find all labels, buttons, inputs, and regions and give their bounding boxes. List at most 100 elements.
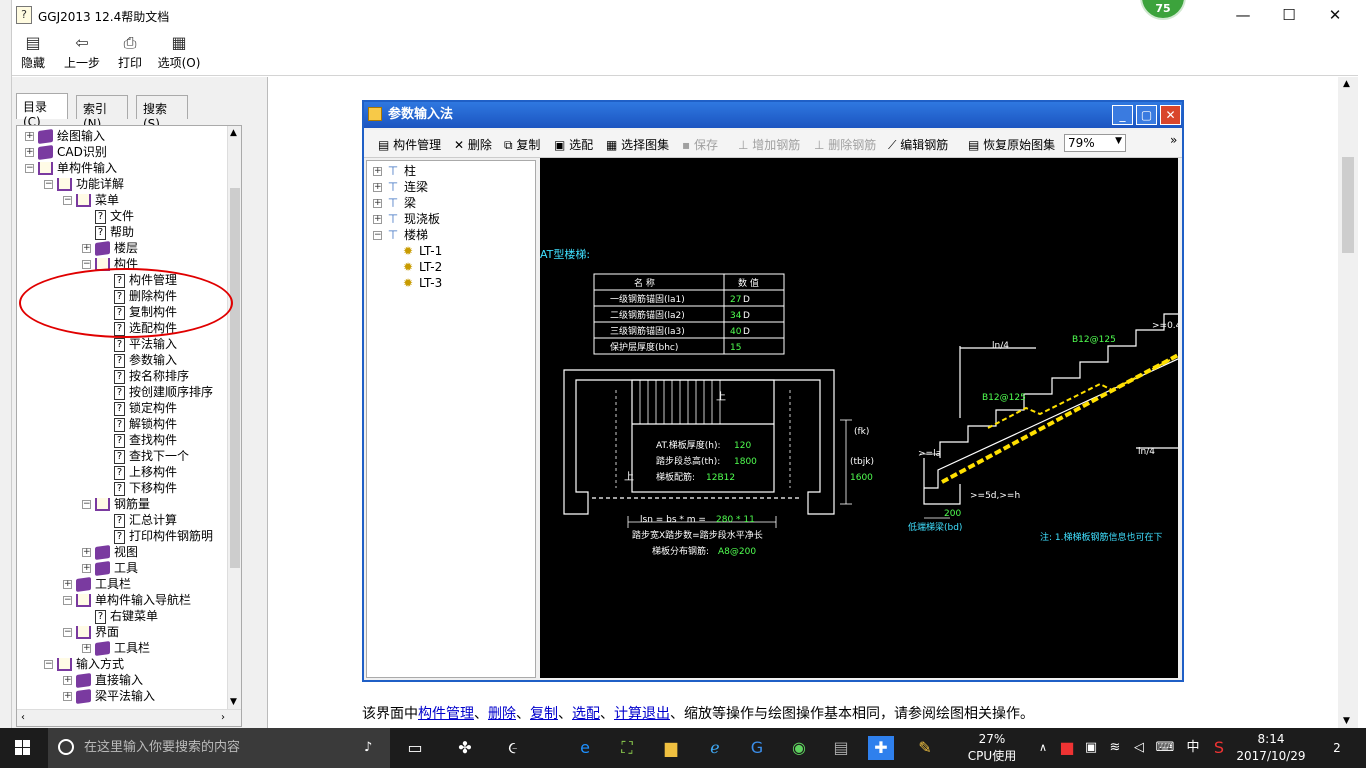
notepad-app-icon[interactable]: ✎ (912, 736, 938, 760)
active-help-app-icon[interactable]: ✚ (868, 736, 894, 760)
tab-index[interactable]: 索引(N) (76, 95, 128, 131)
sogou-ime-icon[interactable]: S (1206, 736, 1232, 760)
tree-item[interactable]: − 菜单 (63, 192, 119, 208)
swirl-app-icon[interactable]: ૯ (500, 736, 526, 760)
hide-button[interactable]: ▤ 隐藏 (20, 33, 46, 71)
tree-item[interactable]: + 工具栏 (82, 640, 150, 657)
edge-icon[interactable]: e (572, 736, 598, 760)
expand-icon[interactable]: + (82, 548, 91, 557)
tree-item[interactable]: ? 帮助 (82, 224, 134, 240)
expand-icon[interactable]: + (82, 244, 91, 253)
tree-item[interactable]: ? 打印构件钢筋明 (101, 528, 213, 544)
tree-item[interactable]: + 工具栏 (63, 576, 131, 593)
tray-expand-icon[interactable]: ∧ (1030, 736, 1056, 760)
tree-item[interactable]: ? 查找下一个 (101, 448, 189, 464)
tray-device-icon[interactable]: ▣ (1078, 736, 1104, 760)
link-delete[interactable]: 删除 (488, 706, 516, 722)
tree-scroll-thumb[interactable] (230, 188, 240, 568)
collapse-icon[interactable]: − (82, 500, 91, 509)
tree-item[interactable]: + 视图 (82, 544, 138, 561)
document-app-icon[interactable]: ▤ (828, 736, 854, 760)
windows-start-button[interactable] (0, 728, 46, 768)
tab-contents[interactable]: 目录(C) (16, 93, 68, 129)
tree-item[interactable]: + CAD识别 (25, 144, 107, 161)
tree-item[interactable]: − 钢筋量 (82, 496, 150, 512)
tree-item[interactable]: − 单构件输入 (25, 160, 117, 176)
collapse-icon[interactable]: − (63, 196, 72, 205)
close-button[interactable]: ✕ (1312, 0, 1358, 30)
tab-search[interactable]: 搜索(S) (136, 95, 188, 131)
scroll-up-icon[interactable]: ▲ (230, 128, 237, 138)
tree-item[interactable]: + 工具 (82, 560, 138, 577)
link-calc-exit[interactable]: 计算退出 (614, 706, 670, 722)
tray-red-icon[interactable]: ■ (1054, 736, 1080, 760)
tree-item[interactable]: − 功能详解 (44, 176, 124, 192)
print-button[interactable]: ⎙ 打印 (117, 33, 143, 71)
tree-item[interactable]: ? 查找构件 (101, 432, 177, 448)
task-view-icon[interactable]: ▭ (402, 736, 428, 760)
tree-item[interactable]: ? 下移构件 (101, 480, 177, 496)
microphone-icon[interactable]: ♪ (364, 728, 372, 768)
expand-icon[interactable]: + (25, 132, 34, 141)
pinwheel-app-icon[interactable]: ✤ (452, 736, 478, 760)
tree-item[interactable]: ? 上移构件 (101, 464, 177, 480)
content-scroll-up-icon[interactable]: ▲ (1343, 79, 1350, 89)
tree-item[interactable]: ? 参数输入 (101, 352, 177, 368)
ime-indicator[interactable]: 中 (1180, 736, 1206, 760)
back-button[interactable]: ⇦ 上一步 (62, 33, 102, 71)
tree-item[interactable]: ? 平法输入 (101, 336, 177, 352)
collapse-icon[interactable]: − (44, 660, 53, 669)
link-manage[interactable]: 构件管理 (418, 706, 474, 722)
link-select[interactable]: 选配 (572, 706, 600, 722)
volume-icon[interactable]: ◁ (1126, 736, 1152, 760)
content-scroll-thumb[interactable] (1342, 157, 1354, 253)
content-scrollbar[interactable]: ▲ ▼ (1338, 77, 1358, 728)
expand-icon[interactable]: + (25, 148, 34, 157)
store-icon[interactable]: ⛶ (614, 736, 640, 760)
collapse-icon[interactable]: − (82, 260, 91, 269)
scroll-left-icon[interactable]: ‹ (21, 712, 25, 723)
expand-icon[interactable]: + (82, 644, 91, 653)
expand-icon[interactable]: + (63, 692, 72, 701)
tree-item[interactable]: + 直接输入 (63, 672, 143, 689)
scroll-down-icon[interactable]: ▼ (230, 697, 237, 707)
tree-item[interactable]: − 界面 (63, 624, 119, 640)
tree-item[interactable]: ? 按名称排序 (101, 368, 189, 384)
taskbar-search-box[interactable]: 在这里输入你要搜索的内容 ♪ (48, 728, 390, 768)
ie-green-icon[interactable]: ◉ (786, 736, 812, 760)
keyboard-icon[interactable]: ⌨ (1152, 736, 1178, 760)
perf-badge[interactable]: 75 (1140, 0, 1186, 20)
tree-item[interactable]: ? 解锁构件 (101, 416, 177, 432)
expand-icon[interactable]: + (63, 580, 72, 589)
tree-item[interactable]: ? 右键菜单 (82, 608, 158, 624)
expand-icon[interactable]: + (82, 564, 91, 573)
collapse-icon[interactable]: − (63, 596, 72, 605)
tree-item[interactable]: ? 文件 (82, 208, 134, 224)
ie-icon[interactable]: ℯ (702, 736, 728, 760)
g-app-icon[interactable]: G (744, 736, 770, 760)
file-explorer-icon[interactable]: ▆ (658, 736, 684, 760)
tree-item[interactable]: ? 锁定构件 (101, 400, 177, 416)
taskbar-clock[interactable]: 8:14 2017/10/29 (1236, 731, 1306, 765)
wifi-icon[interactable]: ≋ (1102, 736, 1128, 760)
maximize-button[interactable]: ☐ (1266, 0, 1312, 30)
collapse-icon[interactable]: − (63, 628, 72, 637)
tree-item[interactable]: ? 汇总计算 (101, 512, 177, 528)
tree-item[interactable]: ? 按创建顺序排序 (101, 384, 213, 400)
tree-item[interactable]: − 输入方式 (44, 656, 124, 672)
collapse-icon[interactable]: − (25, 164, 34, 173)
content-scroll-down-icon[interactable]: ▼ (1343, 716, 1350, 726)
tree-item[interactable]: + 梁平法输入 (63, 688, 155, 705)
tree-item[interactable]: + 绘图输入 (25, 128, 105, 145)
options-button[interactable]: ▦ 选项(O) (157, 33, 201, 71)
tree-horizontal-scrollbar[interactable]: ‹ › (17, 709, 241, 726)
scroll-right-icon[interactable]: › (221, 712, 225, 723)
expand-icon[interactable]: + (63, 676, 72, 685)
cpu-meter[interactable]: 27% CPU使用 (960, 731, 1024, 765)
tree-item[interactable]: + 楼层 (82, 240, 138, 257)
tree-vertical-scrollbar[interactable]: ▲ ▼ (227, 126, 241, 709)
tree-item[interactable]: − 单构件输入导航栏 (63, 592, 191, 608)
notification-center-icon[interactable]: 2 (1324, 736, 1350, 760)
collapse-icon[interactable]: − (44, 180, 53, 189)
minimize-button[interactable]: — (1220, 0, 1266, 30)
